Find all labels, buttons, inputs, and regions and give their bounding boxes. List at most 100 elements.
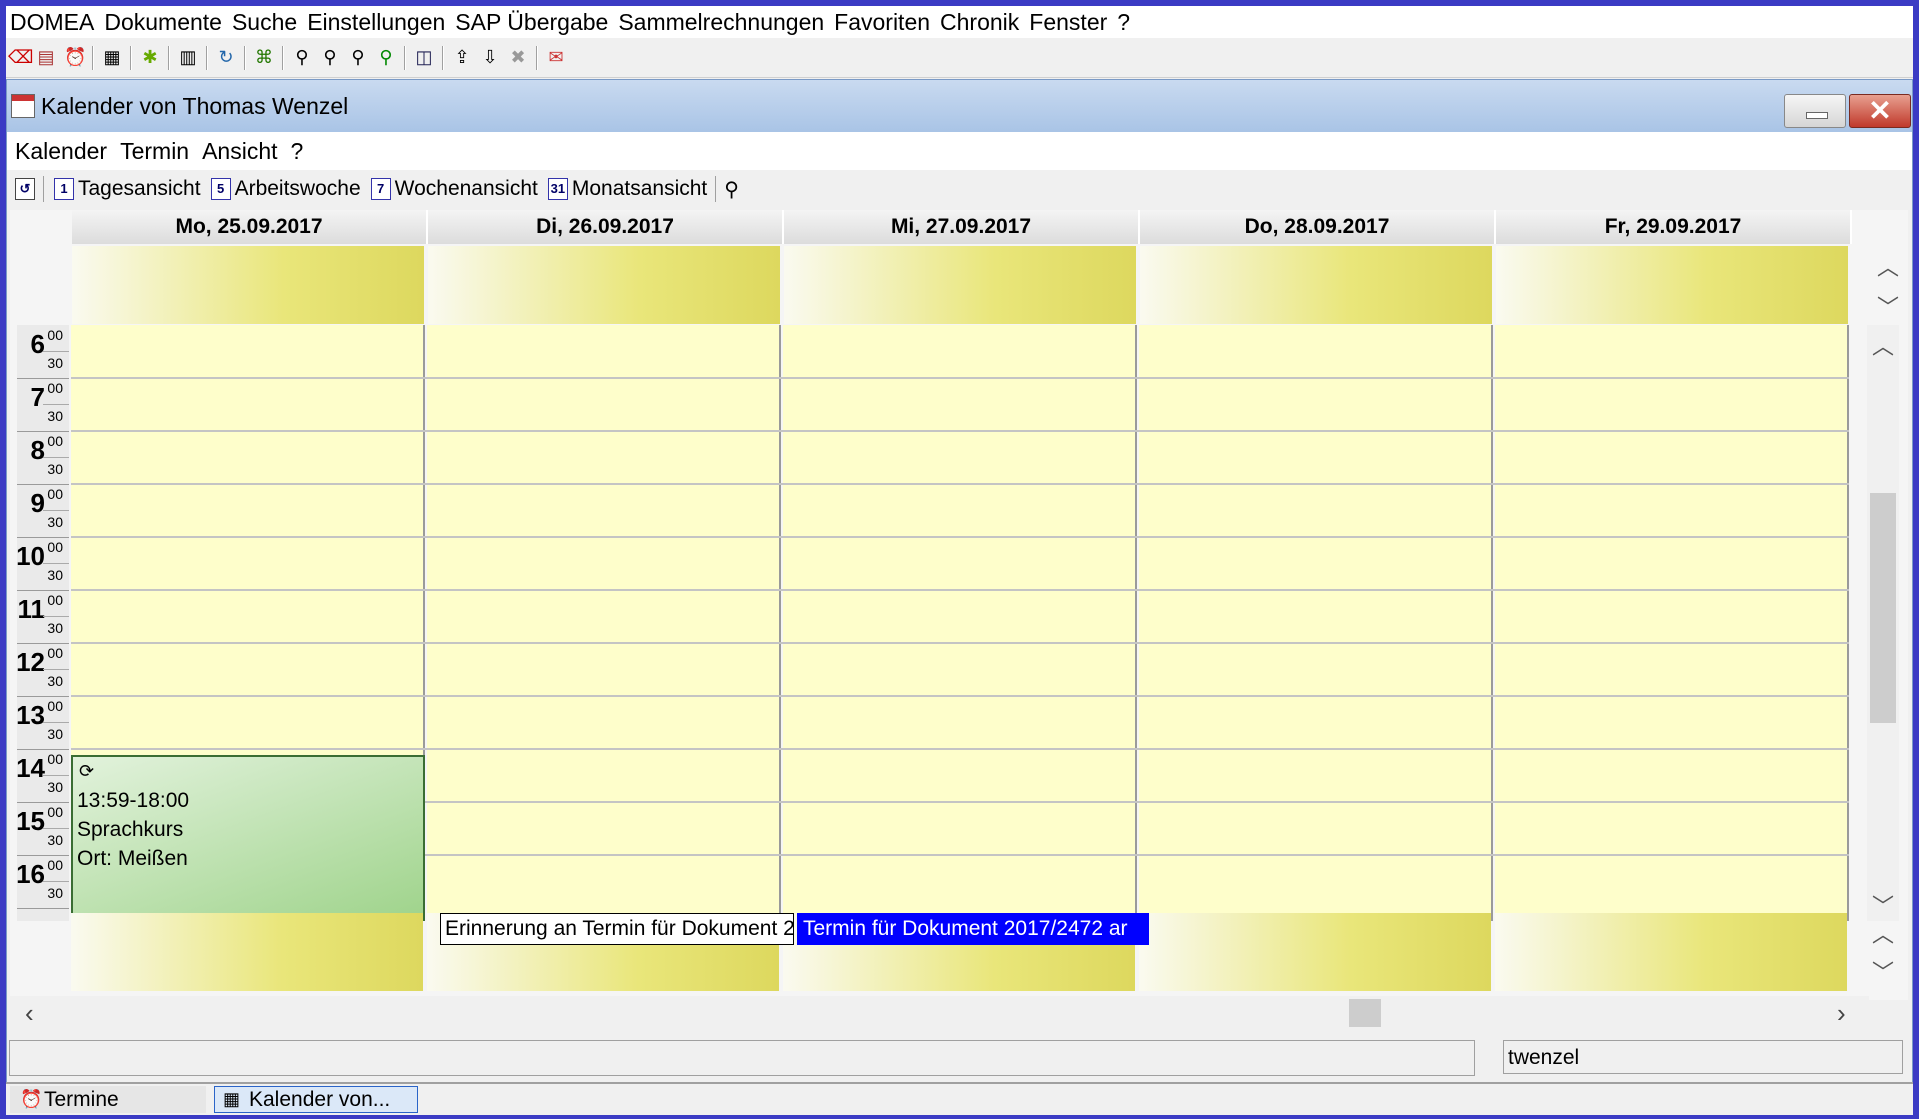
menu-sammelrechnungen[interactable]: Sammelrechnungen: [614, 9, 830, 36]
time-column: 6 00 30 7 00 30 8 00 30 9 00 30 10 00 30 11 00 30 12…: [16, 325, 69, 921]
menu-help[interactable]: ?: [1113, 9, 1136, 36]
calendar-icon[interactable]: ▦: [102, 47, 122, 67]
binoculars-icon[interactable]: ⌘: [254, 47, 274, 67]
day-header-tue[interactable]: Di, 26.09.2017: [428, 210, 784, 244]
export-icon[interactable]: ⇪: [452, 47, 472, 67]
search-folder-icon[interactable]: ⚲: [292, 47, 312, 67]
user-search-icon[interactable]: ⚲: [724, 177, 739, 202]
search-people-icon[interactable]: ⚲: [348, 47, 368, 67]
menu-chronik[interactable]: Chronik: [936, 9, 1025, 36]
view-workweek-button[interactable]: 5 Arbeitswoche: [205, 177, 361, 201]
menu-termin[interactable]: Termin: [112, 138, 194, 165]
scroll-thumb[interactable]: [1349, 999, 1381, 1027]
scroll-thumb[interactable]: [1870, 493, 1896, 723]
alarm-clock-icon[interactable]: ⏰: [64, 47, 86, 67]
menu-kalender[interactable]: Kalender: [7, 138, 112, 165]
day-header-mon[interactable]: Mo, 25.09.2017: [72, 210, 428, 244]
preview-icon[interactable]: ◫: [414, 47, 434, 67]
chevron-up-icon[interactable]: ︿: [1876, 250, 1900, 282]
recurring-icon: ⟳: [79, 761, 95, 781]
book-icon[interactable]: ▥: [178, 47, 198, 67]
allday-cell[interactable]: [1140, 246, 1492, 324]
hour-gridline: [71, 430, 1849, 432]
status-field: [9, 1040, 1475, 1076]
hour-slot: 15 00 30: [16, 802, 69, 856]
view-toolbar: ↺ 1 Tagesansicht 5 Arbeitswoche 7 Wochen…: [7, 170, 1912, 208]
view-week-button[interactable]: 7 Wochenansicht: [365, 177, 538, 201]
allday-cell[interactable]: [1496, 246, 1848, 324]
message-icon[interactable]: ✉: [546, 47, 566, 67]
minimize-button[interactable]: [1784, 94, 1846, 128]
close-button[interactable]: ✕: [1849, 94, 1911, 128]
view-week-label: Wochenansicht: [394, 177, 538, 200]
star-icon[interactable]: ✱: [140, 47, 160, 67]
allday-cell[interactable]: [428, 246, 780, 324]
hour-slot: 7 00 30: [17, 378, 69, 432]
search-document-icon[interactable]: ⚲: [320, 47, 340, 67]
menu-fenster[interactable]: Fenster: [1025, 9, 1113, 36]
menu-dokumente[interactable]: Dokumente: [100, 9, 228, 36]
reminder-note[interactable]: Erinnerung an Termin für Dokument 2017/2…: [440, 913, 794, 945]
allday-cell[interactable]: [72, 246, 424, 324]
user-disabled-icon[interactable]: ✖: [508, 47, 528, 67]
hour-gridline: [71, 377, 1849, 379]
allday-cell[interactable]: [784, 246, 1136, 324]
task-cell[interactable]: [71, 913, 423, 991]
window-titlebar[interactable]: Kalender von Thomas Wenzel ✕: [7, 80, 1912, 132]
day-header-fri[interactable]: Fr, 29.09.2017: [1496, 210, 1852, 244]
hour-gridline: [71, 695, 1849, 697]
chevron-up-icon[interactable]: ︿: [1871, 917, 1895, 949]
documents-icon[interactable]: ▤: [36, 47, 56, 67]
menu-einstellungen[interactable]: Einstellungen: [303, 9, 451, 36]
task-strip: Erinnerung an Termin für Dokument 2017/2…: [9, 913, 1907, 991]
app-toolbar: ⌫ ▤ ⏰ ▦ ✱ ▥ ↻ ⌘ ⚲ ⚲ ⚲ ⚲ ◫ ⇪ ⇩ ✖ ✉: [6, 39, 1913, 78]
chevron-left-icon[interactable]: ‹: [25, 998, 34, 1029]
calendar-refresh-icon[interactable]: ↺: [15, 178, 35, 200]
menu-domea[interactable]: DOMEA: [6, 9, 100, 36]
day-header-wed[interactable]: Mi, 27.09.2017: [784, 210, 1140, 244]
eraser-icon[interactable]: ⌫: [8, 47, 33, 67]
hour-slot: 12 00 30: [16, 643, 69, 697]
menu-favoriten[interactable]: Favoriten: [830, 9, 936, 36]
status-user: twenzel: [1503, 1040, 1903, 1074]
day-column-thu[interactable]: [1139, 325, 1493, 921]
search-tree-icon[interactable]: ⚲: [376, 47, 396, 67]
appointment-location: Ort: Meißen: [77, 847, 188, 870]
hour-gridline: [71, 642, 1849, 644]
calendar-day-icon: 1: [54, 178, 74, 200]
task-kalender[interactable]: ▦ Kalender von...: [214, 1086, 418, 1113]
appointment-block[interactable]: ⟳ 13:59-18:00 Sprachkurs Ort: Meißen: [71, 755, 425, 921]
day-body: 6 00 30 7 00 30 8 00 30 9 00 30 10 00 30 11 00 30 12…: [9, 325, 1907, 921]
chevron-down-icon[interactable]: ﹀: [1876, 290, 1900, 322]
horizontal-scrollbar[interactable]: ‹ ›: [9, 996, 1869, 1030]
calendar-workweek-icon: 5: [210, 178, 231, 200]
chevron-up-icon[interactable]: ︿: [1871, 329, 1895, 361]
task-termine[interactable]: ⏰ Termine: [10, 1086, 206, 1113]
task-cell[interactable]: [1495, 913, 1847, 991]
hour-gridline: [71, 483, 1849, 485]
hour-gridline: [71, 748, 1849, 750]
day-column-fri[interactable]: [1495, 325, 1849, 921]
menu-ansicht[interactable]: Ansicht: [194, 138, 282, 165]
hour-slot: 8 00 30: [17, 431, 69, 485]
window-taskbar: ⏰ Termine ▦ Kalender von...: [6, 1082, 1913, 1115]
window-title: Kalender von Thomas Wenzel: [41, 93, 349, 119]
day-column-tue[interactable]: [427, 325, 781, 921]
chevron-right-icon[interactable]: ›: [1837, 998, 1846, 1029]
task-cell[interactable]: [1139, 913, 1491, 991]
user-import-icon[interactable]: ⇩: [480, 47, 500, 67]
refresh-icon[interactable]: ↻: [216, 47, 236, 67]
view-day-button[interactable]: 1 Tagesansicht: [48, 177, 201, 201]
menu-suche[interactable]: Suche: [228, 9, 303, 36]
selected-note[interactable]: Termin für Dokument 2017/2472 ar: [797, 913, 1149, 945]
chevron-down-icon[interactable]: ﹀: [1871, 955, 1895, 987]
hour-gridline: [71, 589, 1849, 591]
view-month-button[interactable]: 31 Monatsansicht: [542, 177, 707, 201]
day-header-thu[interactable]: Do, 28.09.2017: [1140, 210, 1496, 244]
menu-sap-uebergabe[interactable]: SAP Übergabe: [451, 9, 614, 36]
vertical-scrollbar[interactable]: ︿ ﹀: [1867, 325, 1899, 921]
hour-slot: 9 00 30: [17, 484, 69, 538]
day-column-wed[interactable]: [783, 325, 1137, 921]
calendar-menubar: Kalender Termin Ansicht ?: [7, 132, 1912, 170]
menu-help[interactable]: ?: [283, 138, 309, 165]
